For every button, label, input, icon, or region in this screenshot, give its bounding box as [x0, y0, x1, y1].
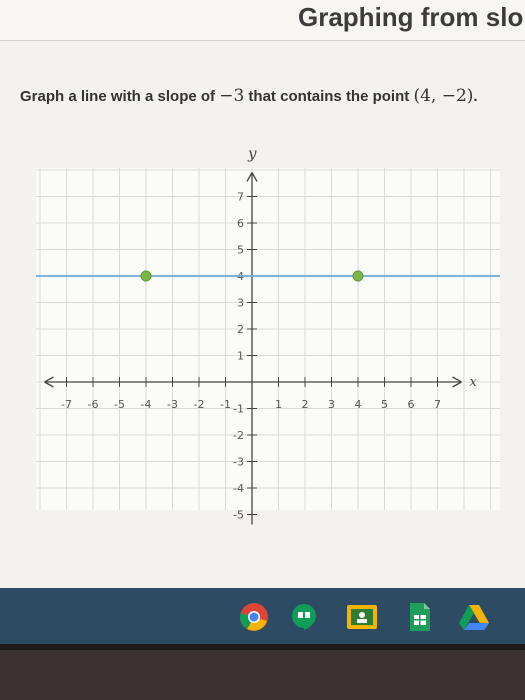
- monitor-bezel-edge: [0, 644, 525, 650]
- prompt-point: (4, −2): [413, 86, 474, 106]
- x-axis-label: x: [470, 375, 478, 390]
- y-tick-label: 3: [237, 297, 244, 310]
- prompt-text-after: .: [473, 88, 478, 105]
- x-tick-label: -4: [141, 398, 152, 411]
- chrome-icon[interactable]: [236, 602, 272, 632]
- screen: Graphing from slop Graph a line with a s…: [0, 0, 525, 588]
- y-tick-label: -3: [233, 456, 244, 469]
- y-tick-label: -4: [233, 482, 244, 495]
- x-tick-label: -2: [194, 398, 205, 411]
- monitor-bezel: [0, 644, 525, 700]
- plotted-point-handle[interactable]: [352, 270, 364, 282]
- y-axis-label: y: [247, 145, 257, 163]
- x-tick-label: -3: [167, 398, 178, 411]
- hangouts-icon[interactable]: [286, 602, 322, 632]
- sheets-icon[interactable]: [402, 602, 438, 632]
- page-header: Graphing from slop: [0, 0, 525, 41]
- x-tick-label: -5: [114, 398, 125, 411]
- plotted-point-handle[interactable]: [140, 270, 152, 282]
- y-tick-label: -1: [233, 403, 244, 416]
- x-tick-label: 2: [302, 398, 309, 411]
- x-tick-label: 1: [275, 398, 282, 411]
- x-tick-label: -6: [88, 398, 99, 411]
- y-tick-label: 1: [237, 350, 244, 363]
- x-tick-label: -7: [61, 398, 72, 411]
- y-tick-label: 2: [237, 323, 244, 336]
- prompt-text-before: Graph a line with a slope of: [20, 88, 220, 105]
- question-prompt: Graph a line with a slope of −3 that con…: [20, 86, 478, 106]
- page-title: Graphing from slop: [298, 2, 525, 32]
- drive-icon[interactable]: [456, 602, 492, 632]
- y-tick-label: 6: [237, 217, 244, 230]
- x-tick-label: -1: [220, 398, 231, 411]
- x-tick-label: 5: [381, 398, 388, 411]
- coordinate-graph[interactable]: -7-6-5-4-3-2-11234567-5-4-3-2-11234567 x…: [0, 130, 525, 530]
- prompt-text-middle: that contains the point: [244, 88, 414, 105]
- grid-background: [36, 168, 500, 510]
- x-tick-label: 6: [408, 398, 415, 411]
- prompt-slope: −3: [219, 86, 245, 106]
- y-tick-label: -2: [233, 429, 244, 442]
- x-tick-label: 3: [328, 398, 335, 411]
- x-tick-label: 4: [355, 398, 362, 411]
- x-tick-label: 7: [434, 398, 441, 411]
- classroom-icon[interactable]: [344, 602, 380, 632]
- graph-grid: [36, 168, 500, 510]
- y-tick-label: 5: [237, 244, 244, 257]
- y-tick-label: -5: [233, 509, 244, 522]
- y-tick-label: 7: [237, 191, 244, 204]
